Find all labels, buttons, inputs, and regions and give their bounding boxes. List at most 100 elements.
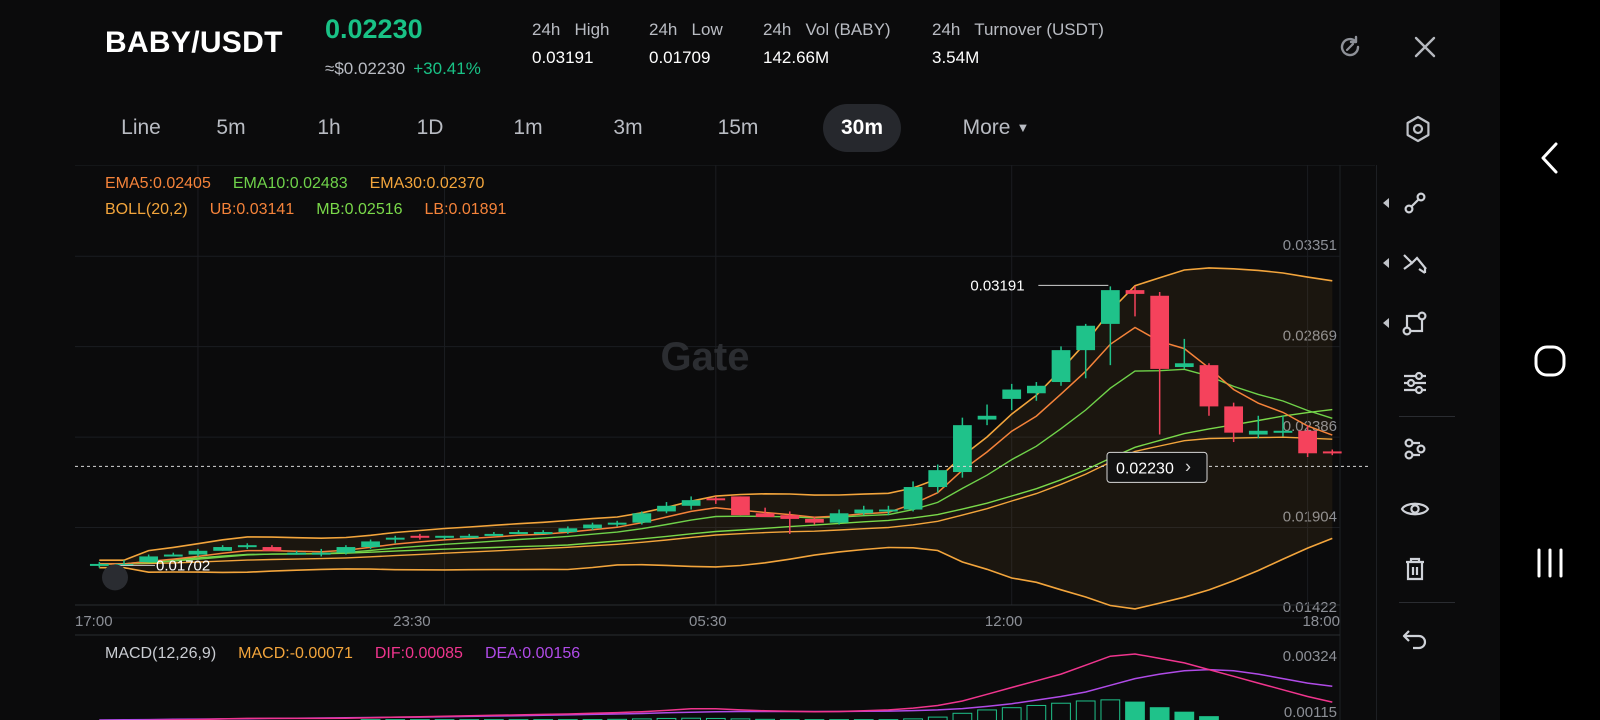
indicator-settings-icon[interactable]	[1391, 361, 1439, 405]
candle-up	[1273, 430, 1293, 433]
back-icon[interactable]	[1522, 130, 1578, 186]
trash-icon[interactable]	[1391, 547, 1439, 591]
candle-up	[1248, 430, 1268, 435]
drawing-toolbar	[1376, 165, 1455, 720]
candle-up	[829, 513, 849, 523]
candle-down	[262, 547, 282, 551]
tab-30m[interactable]: 30m	[823, 104, 901, 152]
boll-legend: BOLL(20,2) UB:0.03141 MB:0.02516 LB:0.01891	[105, 201, 528, 219]
macd-value: MACD:-0.00071	[238, 645, 353, 662]
tab-3m[interactable]: 3m	[592, 104, 664, 152]
boll-mb: MB:0.02516	[316, 201, 403, 218]
candle-down	[1322, 451, 1342, 454]
candle-up	[213, 547, 232, 551]
trading-pair[interactable]: BABY/USDT	[105, 26, 283, 60]
price-usd: ≈$0.02230	[325, 59, 406, 78]
interval-tabs: Line 5m 1h 1D 1m 3m 15m 30m More ▼	[98, 104, 1048, 152]
x-tick-label: 12:00	[985, 613, 1023, 630]
marker-toggle-icon	[102, 564, 128, 591]
candle-up	[607, 522, 627, 525]
candle-up	[336, 547, 356, 553]
macd-legend: MACD(12,26,9) MACD:-0.00071 DIF:0.00085 DEA…	[105, 645, 602, 663]
candle-down	[410, 535, 430, 538]
cross-lines-icon[interactable]	[1383, 241, 1439, 285]
line-tool-icon[interactable]	[1383, 181, 1439, 225]
stat-value: 0.03191	[532, 48, 594, 67]
candle-up	[484, 533, 504, 536]
eye-icon[interactable]	[1391, 487, 1439, 531]
ema30-value: EMA30:0.02370	[369, 175, 485, 192]
macd-bar-up	[1199, 716, 1219, 720]
home-icon[interactable]	[1522, 333, 1578, 389]
system-navbar	[1500, 0, 1600, 720]
tab-1m[interactable]: 1m	[492, 104, 564, 152]
candle-up	[1076, 325, 1096, 351]
nodes-icon[interactable]	[1391, 427, 1439, 471]
tab-1h[interactable]: 1h	[293, 104, 365, 152]
candle-up	[385, 537, 405, 540]
ema-legend: EMA5:0.02405 EMA10:0.02483 EMA30:0.02370	[105, 175, 506, 193]
candle-up	[361, 541, 380, 548]
macd-name: MACD(12,26,9)	[105, 645, 217, 662]
kline-chart-canvas[interactable]: 0.033510.028690.023860.019040.01422Gate0…	[75, 165, 1475, 720]
stat-high: 24h High 0.03191	[532, 20, 610, 68]
y-tick-label: 0.03351	[1283, 237, 1337, 254]
kline-chart[interactable]: 0.033510.028690.023860.019040.01422Gate0…	[75, 165, 1475, 720]
candle-up	[237, 545, 257, 548]
x-tick-label: 05:30	[689, 613, 727, 630]
recent-apps-icon[interactable]	[1522, 535, 1578, 591]
candle-up	[977, 415, 997, 420]
stat-value: 0.01709	[649, 48, 711, 67]
candle-up	[509, 532, 528, 535]
candle-up	[1051, 350, 1071, 383]
macd-bar-up	[1125, 701, 1145, 720]
candle-up	[435, 535, 454, 538]
candle-down	[1224, 406, 1244, 433]
macd-bar-up	[1149, 707, 1170, 720]
candle-up	[879, 509, 898, 512]
shape-tool-icon[interactable]	[1383, 301, 1439, 345]
chevron-right-icon: ›	[1185, 456, 1191, 476]
candle-down	[731, 496, 750, 516]
candle-up	[1026, 385, 1046, 394]
macd-y-tick-label: 0.00324	[1283, 648, 1337, 665]
x-tick-label: 23:30	[393, 613, 431, 630]
refresh-icon[interactable]	[1333, 30, 1367, 64]
settings-icon[interactable]	[1400, 111, 1436, 147]
trading-panel: BABY/USDT 0.02230 ≈$0.02230 +30.41% 24h H…	[0, 0, 1500, 720]
caret-down-icon: ▼	[1016, 120, 1030, 135]
stat-value: 3.54M	[932, 48, 980, 67]
ema5-value: EMA5:0.02405	[105, 175, 211, 192]
tab-5m[interactable]: 5m	[195, 104, 267, 152]
expand-arrow-icon	[1383, 198, 1389, 208]
dif-value: DIF:0.00085	[374, 645, 463, 662]
close-icon[interactable]	[1408, 30, 1442, 64]
candle-up	[928, 470, 948, 488]
undo-icon[interactable]	[1391, 617, 1439, 661]
stat-turnover: 24h Turnover (USDT) 3.54M	[932, 20, 1104, 68]
tab-1d[interactable]: 1D	[394, 104, 466, 152]
tab-more[interactable]: More ▼	[946, 104, 1046, 152]
stat-low: 24h Low 0.01709	[649, 20, 723, 68]
expand-arrow-icon	[1383, 318, 1389, 328]
dea-value: DEA:0.00156	[484, 645, 581, 662]
price-change: +30.41%	[413, 59, 481, 78]
x-tick-label: 17:00	[75, 613, 113, 630]
candle-up	[163, 554, 183, 557]
tab-more-label: More	[962, 116, 1011, 139]
stat-volume: 24h Vol (BABY) 142.66M	[763, 20, 891, 68]
toolbar-divider	[1399, 602, 1455, 603]
boll-name: BOLL(20,2)	[105, 201, 188, 218]
tab-15m[interactable]: 15m	[700, 104, 776, 152]
candle-down	[1125, 290, 1145, 294]
stat-label: 24h High	[532, 20, 610, 39]
candle-up	[632, 513, 652, 523]
candle-down	[780, 515, 800, 519]
candle-up	[89, 563, 109, 566]
candle-up	[533, 532, 553, 535]
tab-line[interactable]: Line	[98, 104, 184, 152]
candle-up	[188, 550, 208, 555]
candle-up	[311, 552, 331, 555]
candle-up	[1100, 290, 1120, 324]
candle-down	[755, 513, 775, 518]
